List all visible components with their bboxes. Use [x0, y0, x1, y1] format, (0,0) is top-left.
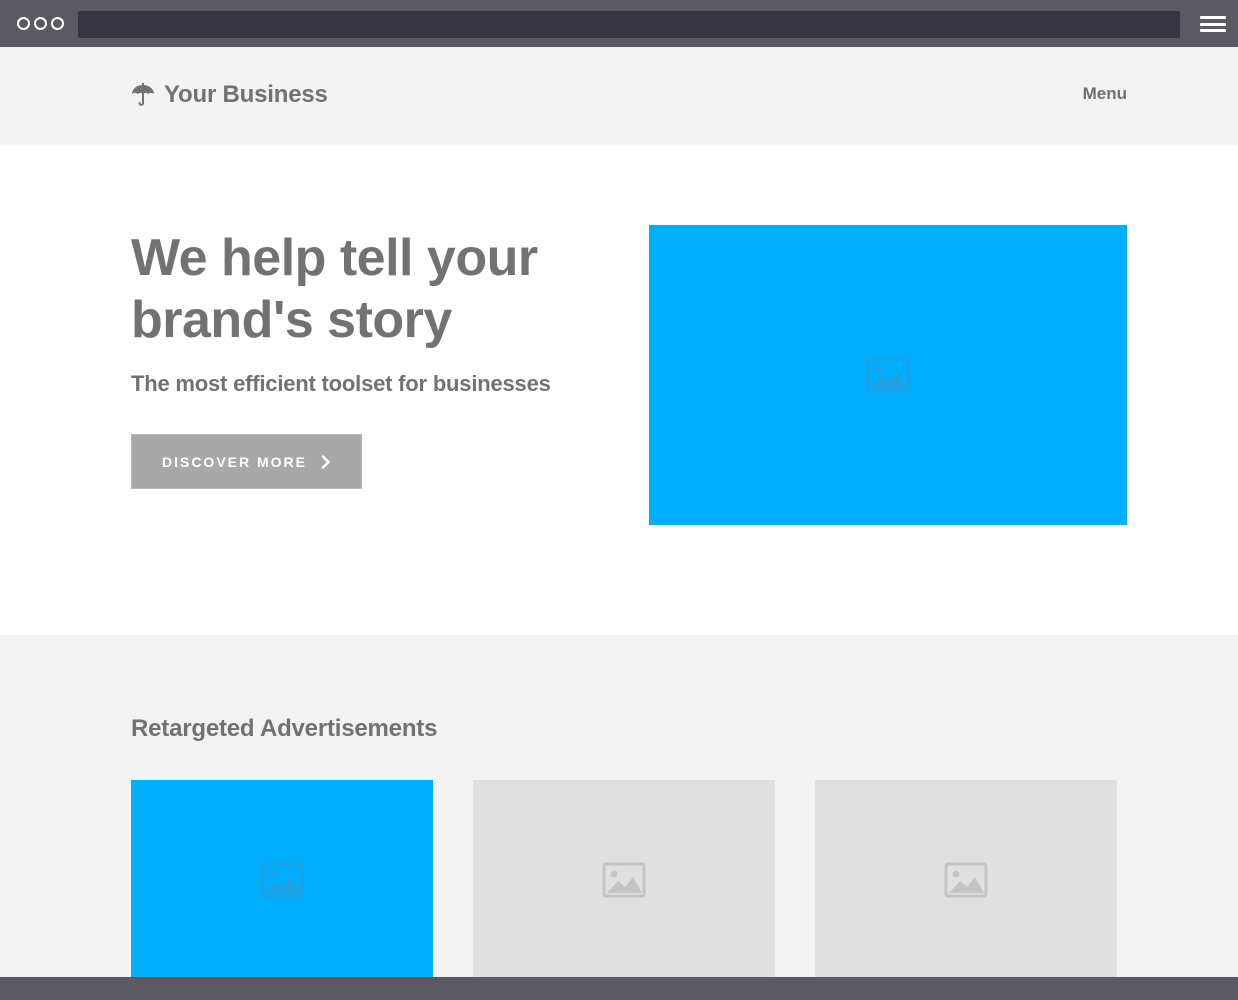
page-viewport: Your Business Menu We help tell your bra…	[0, 47, 1238, 977]
window-control-dot[interactable]	[51, 17, 64, 30]
brand-logo[interactable]: Your Business	[131, 79, 328, 111]
hero-title: We help tell your brand's story	[131, 227, 611, 351]
window-control-dot[interactable]	[34, 17, 47, 30]
discover-more-button[interactable]: DISCOVER MORE	[131, 434, 362, 489]
chevron-right-icon	[321, 454, 330, 469]
section-title: Retargeted Advertisements	[131, 715, 438, 742]
image-icon	[866, 357, 910, 393]
image-icon	[260, 862, 304, 898]
ad-card[interactable]	[473, 780, 775, 977]
hero-subtitle: The most efficient toolset for businesse…	[131, 371, 551, 396]
ad-card[interactable]	[815, 780, 1117, 977]
hero-title-line: We help tell your	[131, 229, 538, 287]
window-control-dot[interactable]	[17, 17, 30, 30]
brand-name: Your Business	[164, 81, 328, 108]
hero-section: We help tell your brand's story The most…	[0, 145, 1238, 635]
retargeted-ads-section: Retargeted Advertisements	[0, 635, 1238, 977]
menu-link[interactable]: Menu	[1083, 84, 1127, 104]
browser-chrome	[0, 0, 1238, 47]
address-bar[interactable]	[78, 11, 1180, 38]
cta-label: DISCOVER MORE	[161, 453, 307, 470]
site-header: Your Business Menu	[0, 47, 1238, 145]
image-icon	[602, 862, 646, 898]
browser-window: Your Business Menu We help tell your bra…	[0, 0, 1238, 1000]
ad-card[interactable]	[131, 780, 433, 977]
browser-bottom-bar	[0, 977, 1238, 1000]
window-controls	[17, 17, 64, 30]
umbrella-icon	[132, 83, 154, 106]
image-icon	[944, 862, 988, 898]
hero-image-placeholder	[649, 225, 1127, 525]
browser-menu-icon[interactable]	[1200, 16, 1226, 32]
hero-title-line: brand's story	[131, 291, 452, 349]
